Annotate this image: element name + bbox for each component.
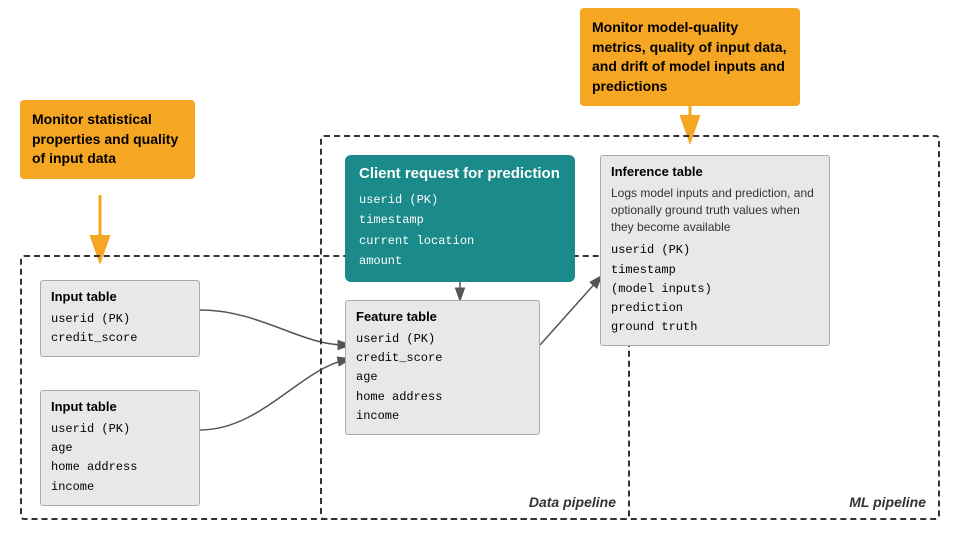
- client-request-box: Client request for prediction userid (PK…: [345, 155, 575, 282]
- inference-table-description: Logs model inputs and prediction, and op…: [611, 185, 819, 235]
- client-request-title: Client request for prediction: [359, 165, 561, 182]
- input-table-2-fields: userid (PK) age home address income: [51, 420, 189, 497]
- diagram-container: Monitor statistical properties and quali…: [0, 0, 960, 540]
- inference-table: Inference table Logs model inputs and pr…: [600, 155, 830, 346]
- inference-table-fields: userid (PK) timestamp (model inputs) pre…: [611, 241, 819, 337]
- feature-table: Feature table userid (PK) credit_score a…: [345, 300, 540, 435]
- inference-table-title: Inference table: [611, 164, 819, 179]
- left-callout: Monitor statistical properties and quali…: [20, 100, 195, 179]
- right-callout: Monitor model-quality metrics, quality o…: [580, 8, 800, 106]
- feature-table-fields: userid (PK) credit_score age home addres…: [356, 330, 529, 426]
- input-table-2: Input table userid (PK) age home address…: [40, 390, 200, 506]
- input-table-1-fields: userid (PK) credit_score: [51, 310, 189, 348]
- feature-table-title: Feature table: [356, 309, 529, 324]
- ml-pipeline-label: ML pipeline: [849, 494, 926, 510]
- input-table-2-title: Input table: [51, 399, 189, 414]
- client-request-fields: userid (PK) timestamp current location a…: [359, 190, 561, 272]
- data-pipeline-label: Data pipeline: [529, 494, 616, 510]
- input-table-1: Input table userid (PK) credit_score: [40, 280, 200, 357]
- input-table-1-title: Input table: [51, 289, 189, 304]
